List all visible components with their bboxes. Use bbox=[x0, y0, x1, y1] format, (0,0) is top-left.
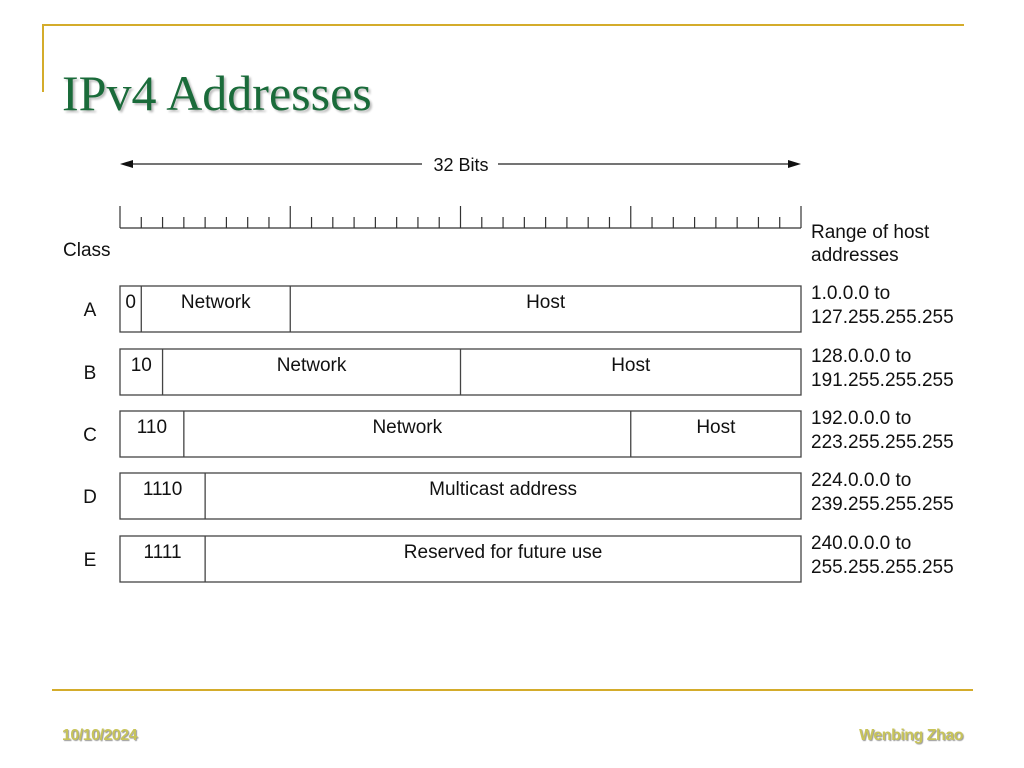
segment-label: Host bbox=[696, 417, 736, 438]
segment-label: 0 bbox=[125, 292, 136, 313]
segment-label: Network bbox=[277, 355, 347, 376]
segment-label: 10 bbox=[131, 355, 152, 376]
segment-label: Network bbox=[372, 417, 442, 438]
segment-label: Host bbox=[611, 355, 651, 376]
ipv4-class-diagram: 32 Bits Class Range of host addresses A 0… bbox=[63, 155, 954, 583]
class-row-d: D 1110 Multicast address 224.0.0.0 to 239.25… bbox=[83, 470, 954, 520]
range-header-line1: Range of host bbox=[811, 222, 930, 243]
range-start: 192.0.0.0 to bbox=[811, 408, 911, 429]
arrow-head-left bbox=[120, 160, 133, 168]
class-letter: E bbox=[84, 550, 97, 571]
bit-ruler bbox=[119, 206, 802, 229]
segment-label: 110 bbox=[137, 417, 167, 438]
class-letter: B bbox=[84, 363, 97, 384]
arrow-head-right bbox=[788, 160, 801, 168]
segment-label: Host bbox=[526, 292, 566, 313]
range-start: 224.0.0.0 to bbox=[811, 470, 911, 491]
range-start: 1.0.0.0 to bbox=[811, 283, 890, 304]
range-header-line2: addresses bbox=[811, 245, 899, 266]
class-row-b: B 10 Network Host 128.0.0.0 to 191.255.255.25… bbox=[84, 346, 954, 396]
bottom-accent-line bbox=[52, 689, 973, 691]
class-header: Class bbox=[63, 240, 111, 261]
range-end: 255.255.255.255 bbox=[811, 557, 954, 578]
class-row-e: E 1111 Reserved for future use 240.0.0.0 to… bbox=[84, 533, 954, 583]
range-start: 240.0.0.0 to bbox=[811, 533, 911, 554]
class-rows: A 0 Network Host 1.0.0.0 to 127.255.255.255 B 1… bbox=[83, 283, 954, 583]
class-row-a: A 0 Network Host 1.0.0.0 to 127.255.255.255 bbox=[84, 283, 954, 333]
range-start: 128.0.0.0 to bbox=[811, 346, 911, 367]
class-letter: C bbox=[83, 425, 97, 446]
segment-label: 1110 bbox=[143, 479, 182, 500]
segment-label: 1111 bbox=[144, 542, 182, 563]
segment-label: Multicast address bbox=[429, 479, 577, 500]
width-label: 32 Bits bbox=[433, 155, 488, 175]
class-letter: A bbox=[84, 300, 97, 321]
range-end: 127.255.255.255 bbox=[811, 307, 954, 328]
range-end: 223.255.255.255 bbox=[811, 432, 954, 453]
range-end: 239.255.255.255 bbox=[811, 494, 954, 515]
segment-label: Reserved for future use bbox=[404, 542, 603, 563]
class-row-c: C 110 Network Host 192.0.0.0 to 223.255.255.2… bbox=[83, 408, 954, 458]
class-letter: D bbox=[83, 487, 97, 508]
segment-label: Network bbox=[181, 292, 251, 313]
width-arrow: 32 Bits bbox=[120, 155, 801, 175]
footer-author: Wenbing Zhao bbox=[859, 727, 963, 744]
footer-date: 10/10/2024 bbox=[62, 727, 138, 744]
range-end: 191.255.255.255 bbox=[811, 370, 954, 391]
